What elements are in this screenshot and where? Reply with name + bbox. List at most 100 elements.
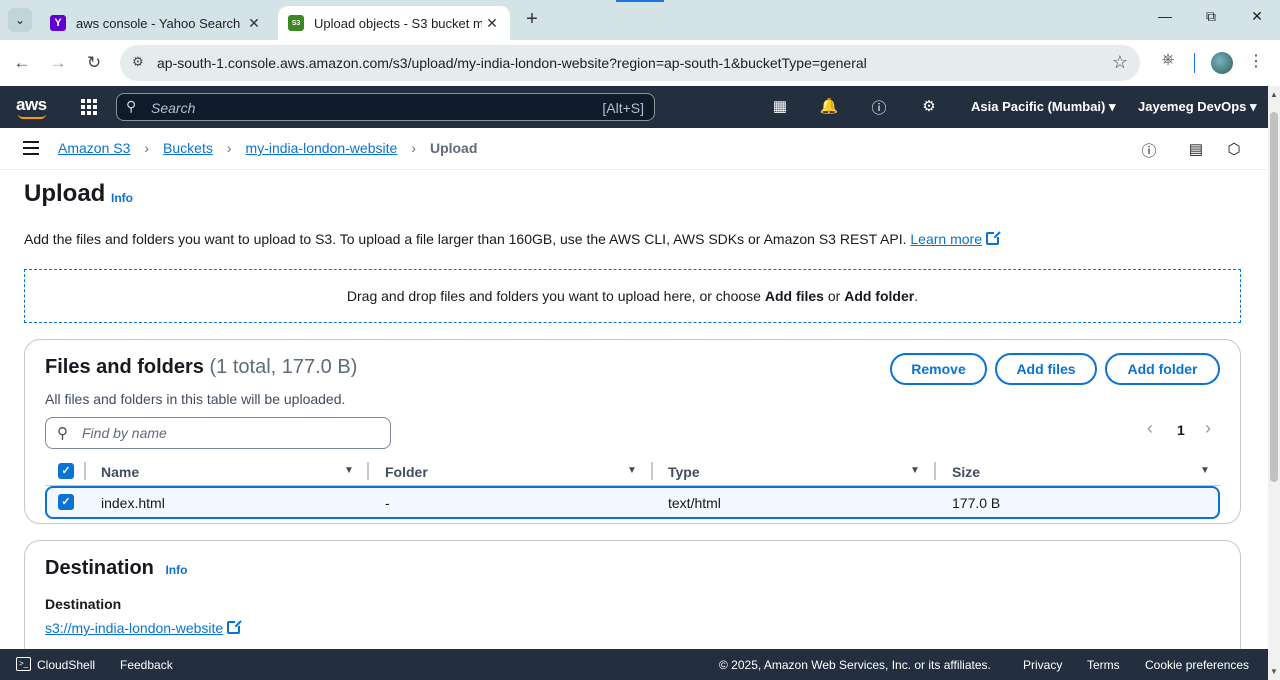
aws-logo-text: aws xyxy=(16,95,47,114)
sort-down-icon[interactable]: ▼ xyxy=(1200,465,1210,476)
feedback-link[interactable]: Feedback xyxy=(120,658,173,672)
notes-panel-icon[interactable]: ▤ xyxy=(1187,140,1205,158)
aws-top-nav: aws ⚲ Search [Alt+S] ▦ 🔔 ⓘ ⚙ Asia Pacifi… xyxy=(0,86,1268,128)
page-description: Add the files and folders you want to up… xyxy=(24,231,1000,247)
services-grid-icon[interactable] xyxy=(81,99,97,115)
aws-search-input[interactable]: ⚲ Search [Alt+S] xyxy=(116,93,655,121)
new-tab-plus-icon[interactable]: + xyxy=(520,8,544,32)
files-title-text: Files and folders xyxy=(45,356,204,378)
destination-panel: Destination Info Destination s3://my-ind… xyxy=(24,540,1241,660)
column-folder[interactable]: Folder xyxy=(385,464,428,480)
cookie-preferences-link[interactable]: Cookie preferences xyxy=(1145,658,1249,672)
row-checkbox[interactable]: ✓ xyxy=(58,494,74,510)
select-all-checkbox[interactable]: ✓ xyxy=(58,463,74,479)
aws-logo[interactable]: aws xyxy=(16,95,47,119)
tab-yahoo-search[interactable]: Y aws console - Yahoo Search Res ✕ xyxy=(40,6,272,40)
tab-close-icon[interactable]: ✕ xyxy=(482,15,502,32)
next-page-icon[interactable]: › xyxy=(1205,418,1211,439)
profile-avatar[interactable] xyxy=(1211,52,1233,74)
find-placeholder: Find by name xyxy=(82,425,167,441)
learn-more-link[interactable]: Learn more xyxy=(910,231,1000,247)
column-size[interactable]: Size xyxy=(952,464,980,480)
table-row[interactable]: ✓ index.html - text/html 177.0 B xyxy=(45,486,1220,519)
chevron-right-icon: › xyxy=(226,140,232,156)
column-divider[interactable] xyxy=(934,462,936,480)
column-divider[interactable] xyxy=(651,462,653,480)
notifications-bell-icon[interactable]: 🔔 xyxy=(819,97,839,117)
help-panel-icon[interactable]: ⬡ xyxy=(1225,140,1243,158)
help-icon[interactable]: ⓘ xyxy=(869,97,889,117)
find-by-name-input[interactable]: ⚲ Find by name xyxy=(45,417,391,449)
browser-menu-icon[interactable]: ⋮ xyxy=(1244,51,1268,75)
sort-down-icon[interactable]: ▼ xyxy=(910,465,920,476)
site-info-icon[interactable]: ⚙ xyxy=(132,54,144,70)
search-icon: ⚲ xyxy=(57,425,68,442)
info-panel-icon[interactable]: ⓘ xyxy=(1140,140,1158,160)
scroll-down-icon[interactable]: ▼ xyxy=(1270,667,1278,676)
files-panel-title: Files and folders (1 total, 177.0 B) xyxy=(45,356,357,379)
toolbar-divider xyxy=(1194,53,1195,73)
tab-upload-objects[interactable]: S3 Upload objects - S3 bucket my- ✕ xyxy=(278,6,510,40)
prev-page-icon[interactable]: ‹ xyxy=(1147,418,1153,439)
breadcrumb-bucket[interactable]: my-india-london-website xyxy=(246,140,398,156)
destination-title-text: Destination xyxy=(45,557,154,579)
tab-indicator xyxy=(616,0,664,2)
bookmark-star-icon[interactable]: ☆ xyxy=(1112,52,1128,73)
tab-search-chevron-icon[interactable]: ⌄ xyxy=(8,8,32,32)
dropzone-or: or xyxy=(823,288,845,304)
aws-smile-icon xyxy=(18,114,46,119)
cloudshell-icon[interactable]: >_ xyxy=(16,657,31,671)
tab-close-icon[interactable]: ✕ xyxy=(244,15,264,32)
files-and-folders-panel: Files and folders (1 total, 177.0 B) All… xyxy=(24,339,1241,524)
browser-toolbar: ← → ↻ ⚙ ap-south-1.console.aws.amazon.co… xyxy=(0,40,1280,86)
address-bar[interactable]: ⚙ ap-south-1.console.aws.amazon.com/s3/u… xyxy=(120,45,1140,81)
remove-button[interactable]: Remove xyxy=(890,353,987,385)
terms-link[interactable]: Terms xyxy=(1087,658,1120,672)
extensions-puzzle-icon[interactable]: ⎈ xyxy=(1156,51,1180,75)
forward-arrow-icon[interactable]: → xyxy=(45,50,71,76)
cell-folder: - xyxy=(385,495,390,511)
title-info-link[interactable]: Info xyxy=(111,191,133,205)
column-name[interactable]: Name xyxy=(101,464,139,480)
destination-info-link[interactable]: Info xyxy=(165,563,187,577)
external-link-icon xyxy=(227,620,242,634)
cloudshell-link[interactable]: CloudShell xyxy=(37,658,95,672)
menu-hamburger-icon[interactable] xyxy=(23,141,39,155)
breadcrumb-amazon-s3[interactable]: Amazon S3 xyxy=(58,140,130,156)
chevron-right-icon: › xyxy=(411,140,416,156)
upload-dropzone[interactable]: Drag and drop files and folders you want… xyxy=(24,269,1241,323)
destination-label: Destination xyxy=(45,596,122,612)
destination-link[interactable]: s3://my-india-london-website xyxy=(45,620,242,636)
breadcrumb-bar: Amazon S3 › Buckets › my-india-london-we… xyxy=(0,128,1268,170)
search-icon: ⚲ xyxy=(126,98,137,114)
add-folder-button[interactable]: Add folder xyxy=(1105,353,1220,385)
cloudshell-icon[interactable]: ▦ xyxy=(770,97,790,117)
page-scrollbar[interactable]: ▲ ▼ xyxy=(1268,86,1280,680)
account-label: Jayemeg DevOps xyxy=(1138,99,1247,114)
search-placeholder: Search xyxy=(151,100,196,116)
column-divider[interactable] xyxy=(367,462,369,480)
sort-down-icon[interactable]: ▼ xyxy=(627,465,637,476)
tab-title: Upload objects - S3 bucket my- xyxy=(314,15,482,31)
external-link-icon xyxy=(985,231,1000,245)
reload-icon[interactable]: ↻ xyxy=(81,50,107,76)
url-text[interactable]: ap-south-1.console.aws.amazon.com/s3/upl… xyxy=(157,55,867,71)
account-menu[interactable]: Jayemeg DevOps ▾ xyxy=(1138,99,1257,115)
minimize-icon[interactable]: — xyxy=(1150,8,1180,32)
scroll-thumb[interactable] xyxy=(1270,112,1278,482)
sort-down-icon[interactable]: ▼ xyxy=(344,465,354,476)
column-type[interactable]: Type xyxy=(668,464,700,480)
add-files-button[interactable]: Add files xyxy=(995,353,1097,385)
cell-type: text/html xyxy=(668,495,721,511)
scroll-up-icon[interactable]: ▲ xyxy=(1270,90,1278,99)
back-arrow-icon[interactable]: ← xyxy=(9,50,35,76)
restore-icon[interactable]: ⧉ xyxy=(1196,8,1226,32)
page-number[interactable]: 1 xyxy=(1177,422,1185,438)
settings-gear-icon[interactable]: ⚙ xyxy=(919,97,939,117)
region-selector[interactable]: Asia Pacific (Mumbai) ▾ xyxy=(971,99,1116,115)
page-title: Upload xyxy=(24,180,106,207)
privacy-link[interactable]: Privacy xyxy=(1023,658,1062,672)
s3-favicon-icon: S3 xyxy=(288,15,304,31)
window-close-icon[interactable]: ✕ xyxy=(1242,8,1272,32)
breadcrumb-buckets[interactable]: Buckets xyxy=(163,140,213,156)
